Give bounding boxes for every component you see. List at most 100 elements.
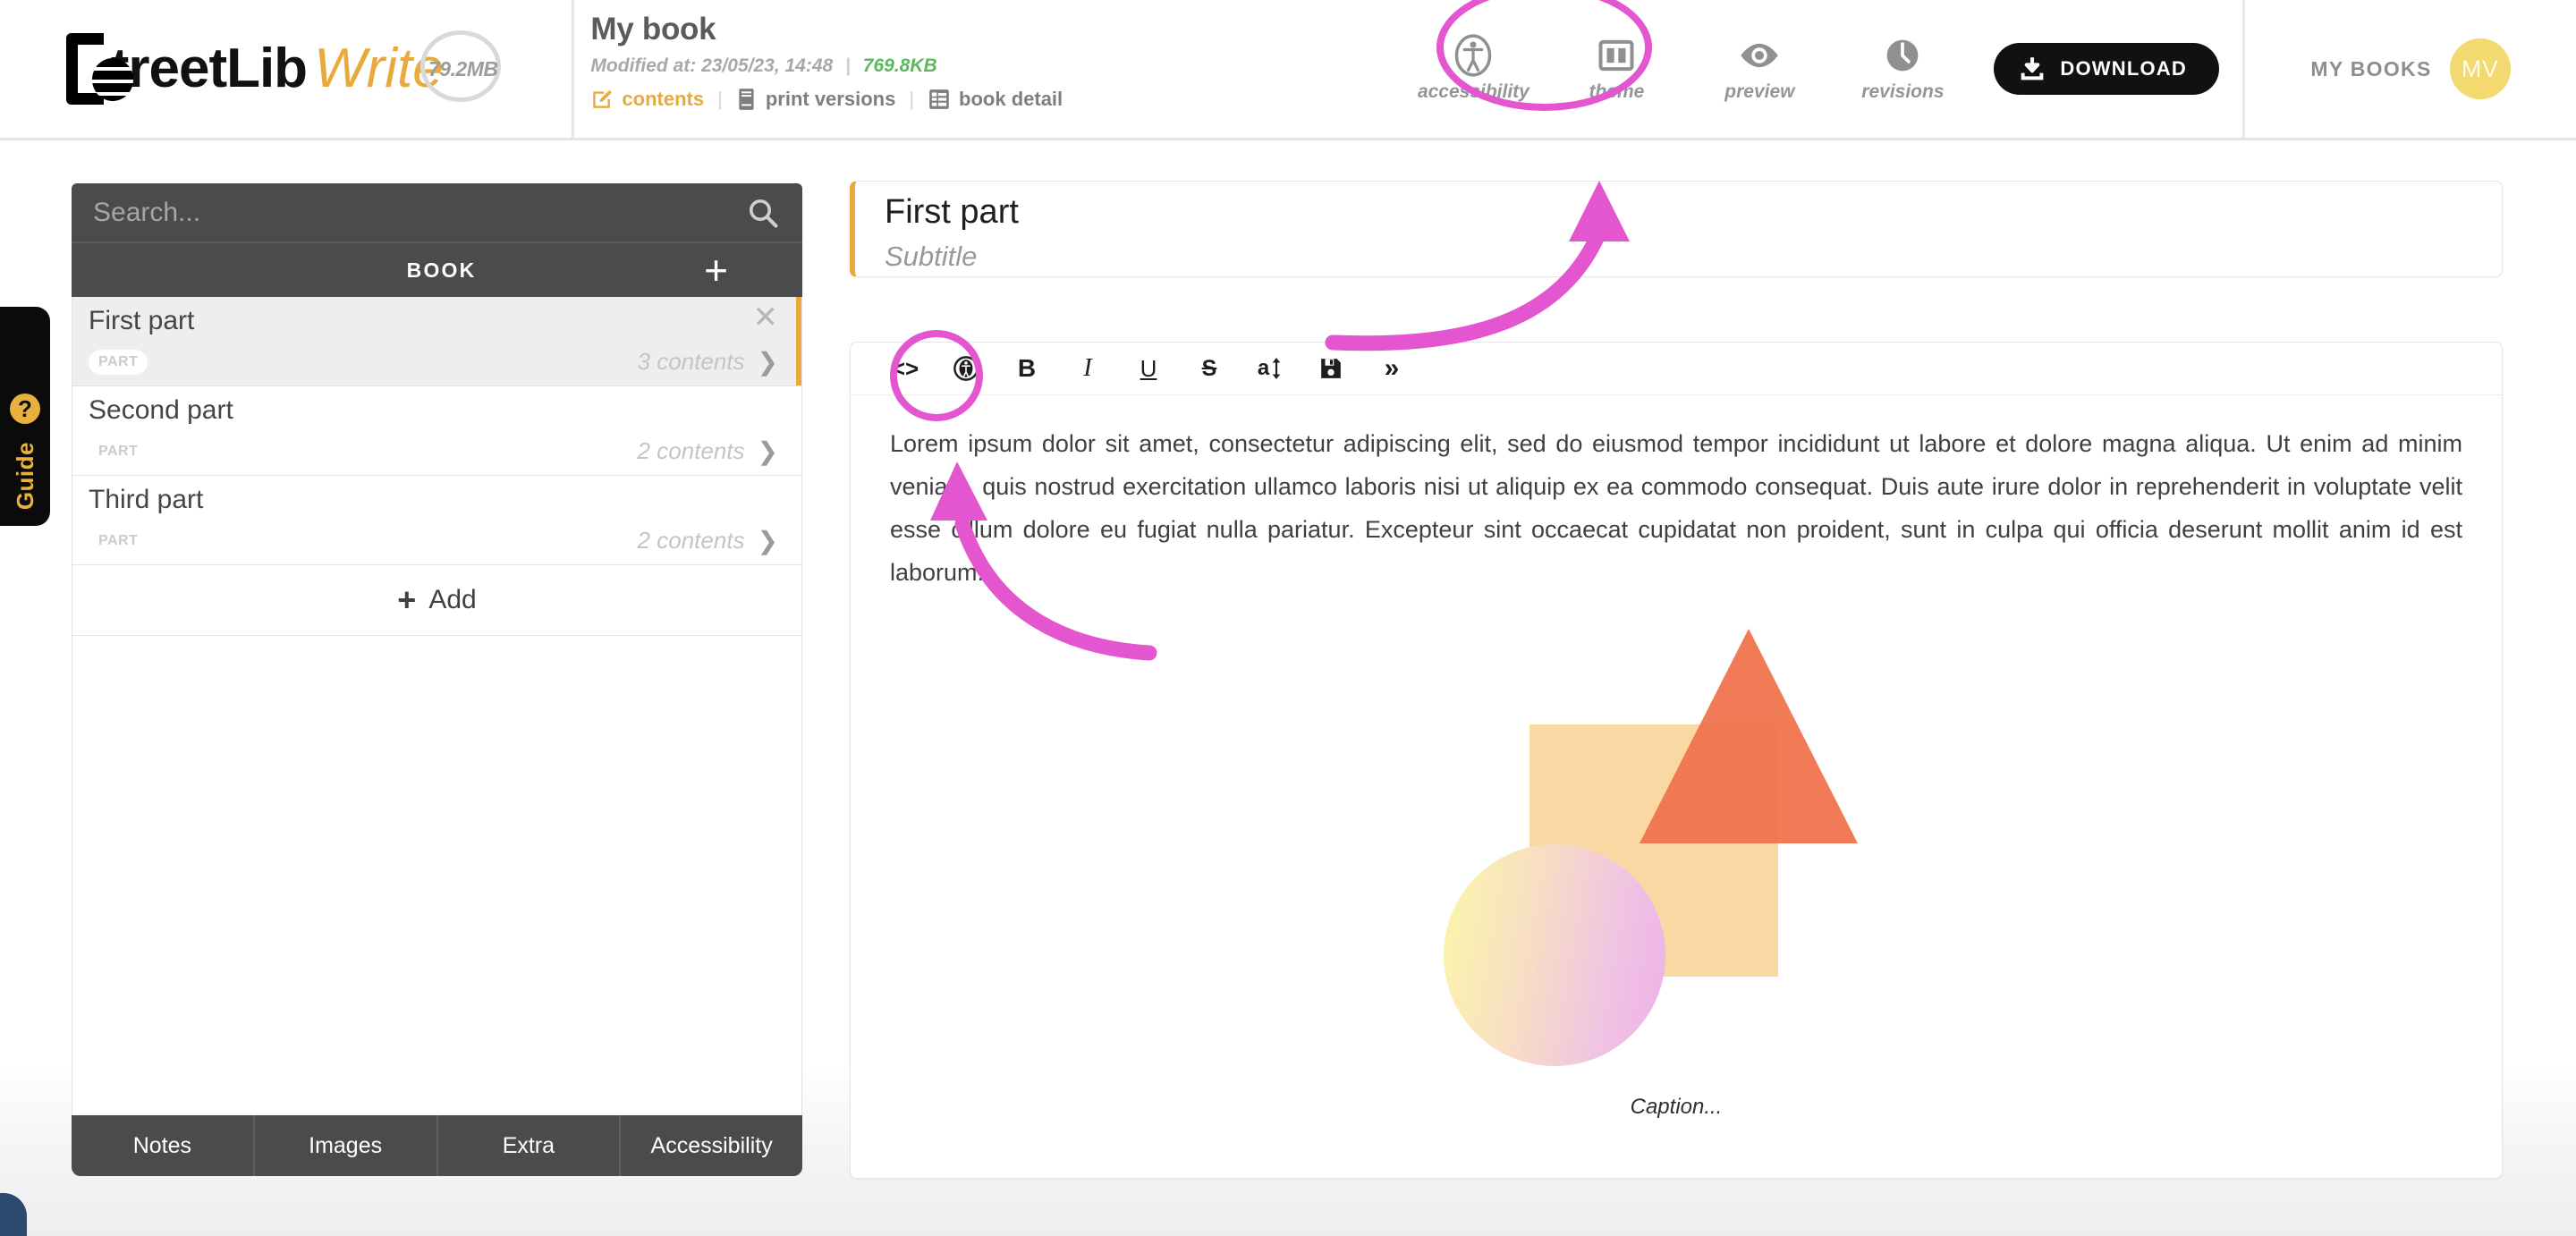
tab-extra[interactable]: Extra	[438, 1115, 622, 1176]
chevron-right-icon: ❯	[758, 436, 778, 466]
editor-subtitle-placeholder[interactable]: Subtitle	[885, 241, 2502, 273]
circle-shape-icon	[1444, 844, 1665, 1066]
underline-icon[interactable]: U	[1118, 347, 1179, 390]
tool-accessibility-label: accessibility	[1418, 81, 1530, 103]
tool-theme-label: theme	[1589, 81, 1644, 103]
list-item-first-part[interactable]: First part ✕ PART 3 contents ❯	[72, 297, 801, 386]
app-root: treetLib Write 79.2MB My book Modified a…	[0, 0, 2576, 1236]
part-row-top: First part ✕	[89, 308, 778, 334]
storage-ring: 79.2MB	[420, 30, 506, 107]
guide-tab[interactable]: Guide ?	[0, 307, 50, 526]
avatar[interactable]: MV	[2450, 38, 2511, 99]
part-row-top: Second part	[89, 397, 778, 424]
logo-primary-text: treetLib	[111, 41, 307, 97]
figure-caption[interactable]: Caption...	[1631, 1095, 1723, 1120]
part-contents-count[interactable]: 3 contents ❯	[638, 347, 778, 377]
logo-dot-icon	[92, 58, 133, 101]
nav-book-detail[interactable]: book detail	[928, 88, 1063, 111]
modified-label: Modified at: 23/05/23, 14:48	[590, 55, 833, 76]
part-contents-count[interactable]: 2 contents ❯	[638, 436, 778, 466]
tool-revisions-label: revisions	[1861, 81, 1944, 103]
tool-revisions[interactable]: revisions	[1831, 36, 1974, 103]
add-part-label: Add	[428, 585, 476, 615]
close-icon[interactable]: ✕	[753, 308, 779, 329]
nav-contents[interactable]: contents	[590, 88, 704, 111]
book-icon	[736, 88, 758, 111]
book-info-cell: My book Modified at: 23/05/23, 14:48 | 7…	[574, 0, 1402, 138]
triangle-shape-icon	[1640, 629, 1858, 843]
tab-accessibility-label: Accessibility	[651, 1133, 773, 1159]
editor-title[interactable]: First part	[885, 194, 2502, 232]
part-type-badge: PART	[89, 350, 148, 375]
chevron-right-icon: ❯	[758, 526, 778, 555]
part-type-badge: PART	[89, 439, 148, 464]
source-code-icon[interactable]: <>	[875, 347, 936, 390]
add-part-button[interactable]: + Add	[72, 565, 801, 636]
tool-theme[interactable]: theme	[1545, 36, 1688, 103]
nav-print-versions[interactable]: print versions	[736, 88, 895, 111]
editor-figure: Caption...	[890, 619, 2462, 1120]
editor-paragraph: Lorem ipsum dolor sit amet, consectetur …	[890, 422, 2462, 594]
list-detail-icon	[928, 88, 951, 111]
more-icon[interactable]: »	[1361, 347, 1422, 390]
tab-images-label: Images	[309, 1133, 382, 1159]
part-name: First part	[89, 308, 194, 334]
streetlib-write-logo[interactable]: treetLib Write 79.2MB	[66, 30, 506, 107]
book-title: My book	[590, 13, 1402, 47]
part-contents-label: 2 contents	[638, 437, 745, 465]
tab-extra-label: Extra	[503, 1133, 555, 1159]
sidebar-book-toolbar: BOOK +	[72, 241, 802, 297]
editor-body[interactable]: Lorem ipsum dolor sit amet, consectetur …	[851, 395, 2502, 1120]
sidebar: BOOK + First part ✕ PART 3 contents ❯	[72, 183, 802, 1176]
plus-icon: +	[397, 588, 416, 611]
download-cell: DOWNLOAD	[1974, 0, 2245, 138]
list-item-second-part[interactable]: Second part PART 2 contents ❯	[72, 386, 801, 476]
grid-list-icon[interactable]	[750, 257, 779, 284]
italic-icon[interactable]: I	[1057, 347, 1118, 390]
tool-accessibility[interactable]: accessibility	[1402, 36, 1545, 103]
part-row-bottom: PART 2 contents ❯	[89, 436, 778, 466]
tab-accessibility[interactable]: Accessibility	[621, 1115, 802, 1176]
nav-contents-label: contents	[622, 88, 704, 111]
tab-notes[interactable]: Notes	[72, 1115, 255, 1176]
book-nav-links: contents | print versions |	[590, 88, 1402, 111]
sidebar-search-bar	[72, 183, 802, 241]
font-size-icon[interactable]: a	[1240, 347, 1301, 390]
figure-image-shapes[interactable]	[1444, 619, 1909, 1084]
bold-icon[interactable]: B	[996, 347, 1057, 390]
search-input[interactable]	[91, 197, 680, 229]
tab-images[interactable]: Images	[255, 1115, 438, 1176]
accessibility-icon[interactable]	[936, 347, 996, 390]
part-name: Third part	[89, 487, 203, 513]
header-tools: accessibility theme	[1402, 0, 2576, 138]
download-button-label: DOWNLOAD	[2060, 57, 2187, 80]
download-icon	[2019, 55, 2046, 82]
nav-book-detail-label: book detail	[959, 88, 1063, 111]
save-icon[interactable]	[1301, 347, 1361, 390]
editor-card: <> B I U S a	[850, 342, 2503, 1179]
editor-title-card: First part Subtitle	[850, 181, 2503, 277]
list-item-third-part[interactable]: Third part PART 2 contents ❯	[72, 476, 801, 565]
sidebar-panel-title: BOOK	[72, 258, 704, 283]
chevron-right-icon: ❯	[758, 347, 778, 377]
part-row-bottom: PART 2 contents ❯	[89, 526, 778, 555]
strikethrough-icon[interactable]: S	[1179, 347, 1240, 390]
nav-sep-1: |	[717, 88, 723, 111]
part-row-top: Third part	[89, 487, 778, 513]
nav-sep-2: |	[909, 88, 914, 111]
tool-preview[interactable]: preview	[1688, 36, 1831, 103]
part-contents-count[interactable]: 2 contents ❯	[638, 526, 778, 555]
guide-tab-label: Guide	[12, 442, 39, 510]
search-icon[interactable]	[747, 197, 779, 229]
sidebar-tabs: Notes Images Extra Accessibility	[72, 1115, 802, 1176]
editor-toolbar: <> B I U S a	[851, 343, 2502, 395]
app-header: treetLib Write 79.2MB My book Modified a…	[0, 0, 2576, 140]
my-books-cell[interactable]: MY BOOKS MV	[2245, 38, 2576, 99]
sidebar-part-list: First part ✕ PART 3 contents ❯ Second pa…	[72, 297, 802, 1139]
plus-icon[interactable]: +	[704, 256, 728, 284]
download-button[interactable]: DOWNLOAD	[1994, 43, 2219, 95]
part-contents-label: 2 contents	[638, 527, 745, 555]
bottom-left-corner-accent	[0, 1193, 27, 1236]
accessibility-icon	[1453, 36, 1493, 75]
clock-icon	[1884, 36, 1921, 75]
